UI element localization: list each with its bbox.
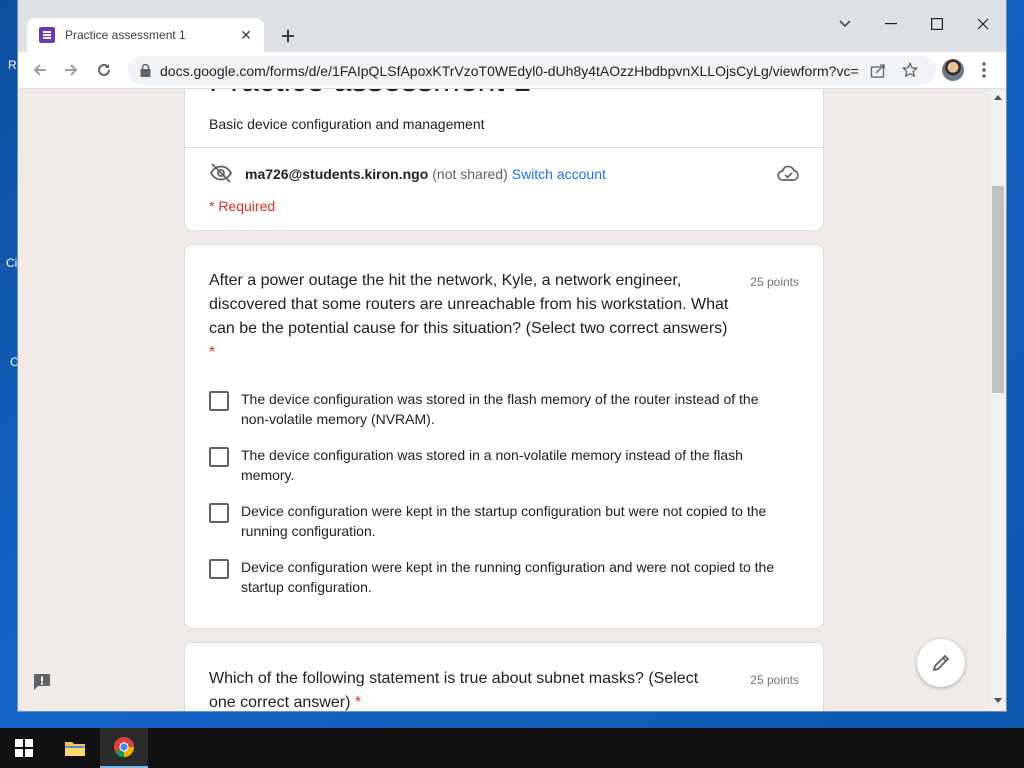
form-header-card: Practice assessment 1 Basic device confi… bbox=[184, 89, 824, 231]
account-row: ma726@students.kiron.ngo (not shared) Sw… bbox=[209, 162, 799, 186]
answer-option[interactable]: The device configuration was stored in a… bbox=[209, 445, 789, 485]
url-text: docs.google.com/forms/d/e/1FAIpQLSfApoxK… bbox=[160, 63, 860, 79]
answer-option[interactable]: Device configuration were kept in the st… bbox=[209, 501, 789, 541]
required-star: * bbox=[209, 344, 216, 361]
divider bbox=[185, 147, 823, 148]
feedback-icon[interactable] bbox=[32, 672, 52, 692]
tab-search-icon[interactable] bbox=[833, 12, 857, 36]
option-label[interactable]: The device configuration was stored in t… bbox=[241, 389, 789, 429]
browser-toolbar: docs.google.com/forms/d/e/1FAIpQLSfApoxK… bbox=[18, 52, 1006, 89]
question-card: Which of the following statement is true… bbox=[184, 642, 824, 711]
question-text: Which of the following statement is true… bbox=[209, 670, 699, 711]
scroll-down-icon[interactable] bbox=[994, 698, 1002, 704]
checkbox[interactable] bbox=[209, 391, 229, 411]
close-tab-icon[interactable]: ✕ bbox=[238, 27, 254, 43]
more-menu-icon[interactable] bbox=[972, 58, 996, 82]
form-title: Practice assessment 1 bbox=[209, 89, 531, 99]
share-icon[interactable] bbox=[870, 63, 886, 84]
file-explorer-icon[interactable] bbox=[51, 728, 99, 768]
checkbox[interactable] bbox=[209, 503, 229, 523]
required-star: * bbox=[354, 694, 362, 711]
desktop-icon-label: R bbox=[8, 58, 17, 72]
title-bar: Practice assessment 1 ✕ bbox=[18, 0, 1006, 52]
address-bar[interactable]: docs.google.com/forms/d/e/1FAIpQLSfApoxK… bbox=[128, 56, 936, 85]
checkbox[interactable] bbox=[209, 447, 229, 467]
tab-title: Practice assessment 1 bbox=[65, 28, 186, 42]
forward-arrow-icon[interactable] bbox=[59, 58, 83, 82]
google-forms-icon bbox=[39, 27, 55, 43]
question-points: 25 points bbox=[750, 673, 799, 687]
maximize-button[interactable] bbox=[925, 12, 949, 36]
question-points: 25 points bbox=[750, 275, 799, 289]
desktop-icon-label: Ci bbox=[6, 256, 18, 270]
required-note: * Required bbox=[209, 198, 276, 214]
reload-icon[interactable] bbox=[92, 58, 116, 82]
option-label[interactable]: Device configuration were kept in the st… bbox=[241, 501, 789, 541]
browser-window: Practice assessment 1 ✕ docs.google.com/… bbox=[18, 0, 1006, 711]
windows-start-icon[interactable] bbox=[0, 728, 48, 768]
cloud-saved-icon[interactable] bbox=[777, 164, 799, 185]
edit-pencil-button[interactable] bbox=[917, 639, 965, 687]
form-page: Practice assessment 1 Basic device confi… bbox=[18, 89, 990, 711]
switch-account-link[interactable]: Switch account bbox=[512, 166, 606, 182]
account-email: ma726@students.kiron.ngo bbox=[245, 166, 429, 182]
scroll-up-icon[interactable] bbox=[994, 94, 1002, 100]
answer-option[interactable]: The device configuration was stored in t… bbox=[209, 389, 789, 429]
option-label[interactable]: Device configuration were kept in the ru… bbox=[241, 557, 789, 597]
chrome-icon[interactable] bbox=[100, 728, 148, 768]
form-description: Basic device configuration and managemen… bbox=[209, 116, 485, 132]
scroll-thumb[interactable] bbox=[992, 186, 1004, 393]
answer-option[interactable]: Device configuration were kept in the ru… bbox=[209, 557, 789, 597]
bookmark-star-icon[interactable] bbox=[901, 61, 919, 83]
profile-avatar[interactable] bbox=[942, 59, 964, 81]
question-text: After a power outage the hit the network… bbox=[209, 272, 729, 361]
lock-icon[interactable] bbox=[140, 63, 151, 82]
browser-tab[interactable]: Practice assessment 1 ✕ bbox=[27, 18, 264, 52]
close-window-button[interactable] bbox=[971, 12, 995, 36]
taskbar bbox=[0, 728, 1024, 768]
back-arrow-icon[interactable] bbox=[28, 58, 52, 82]
not-shared-label: (not shared) bbox=[432, 166, 508, 182]
eye-off-icon bbox=[209, 162, 233, 186]
new-tab-button[interactable] bbox=[276, 24, 300, 48]
minimize-button[interactable] bbox=[879, 12, 903, 36]
scrollbar[interactable] bbox=[990, 89, 1006, 711]
option-label[interactable]: The device configuration was stored in a… bbox=[241, 445, 789, 485]
checkbox[interactable] bbox=[209, 559, 229, 579]
question-card: After a power outage the hit the network… bbox=[184, 244, 824, 629]
